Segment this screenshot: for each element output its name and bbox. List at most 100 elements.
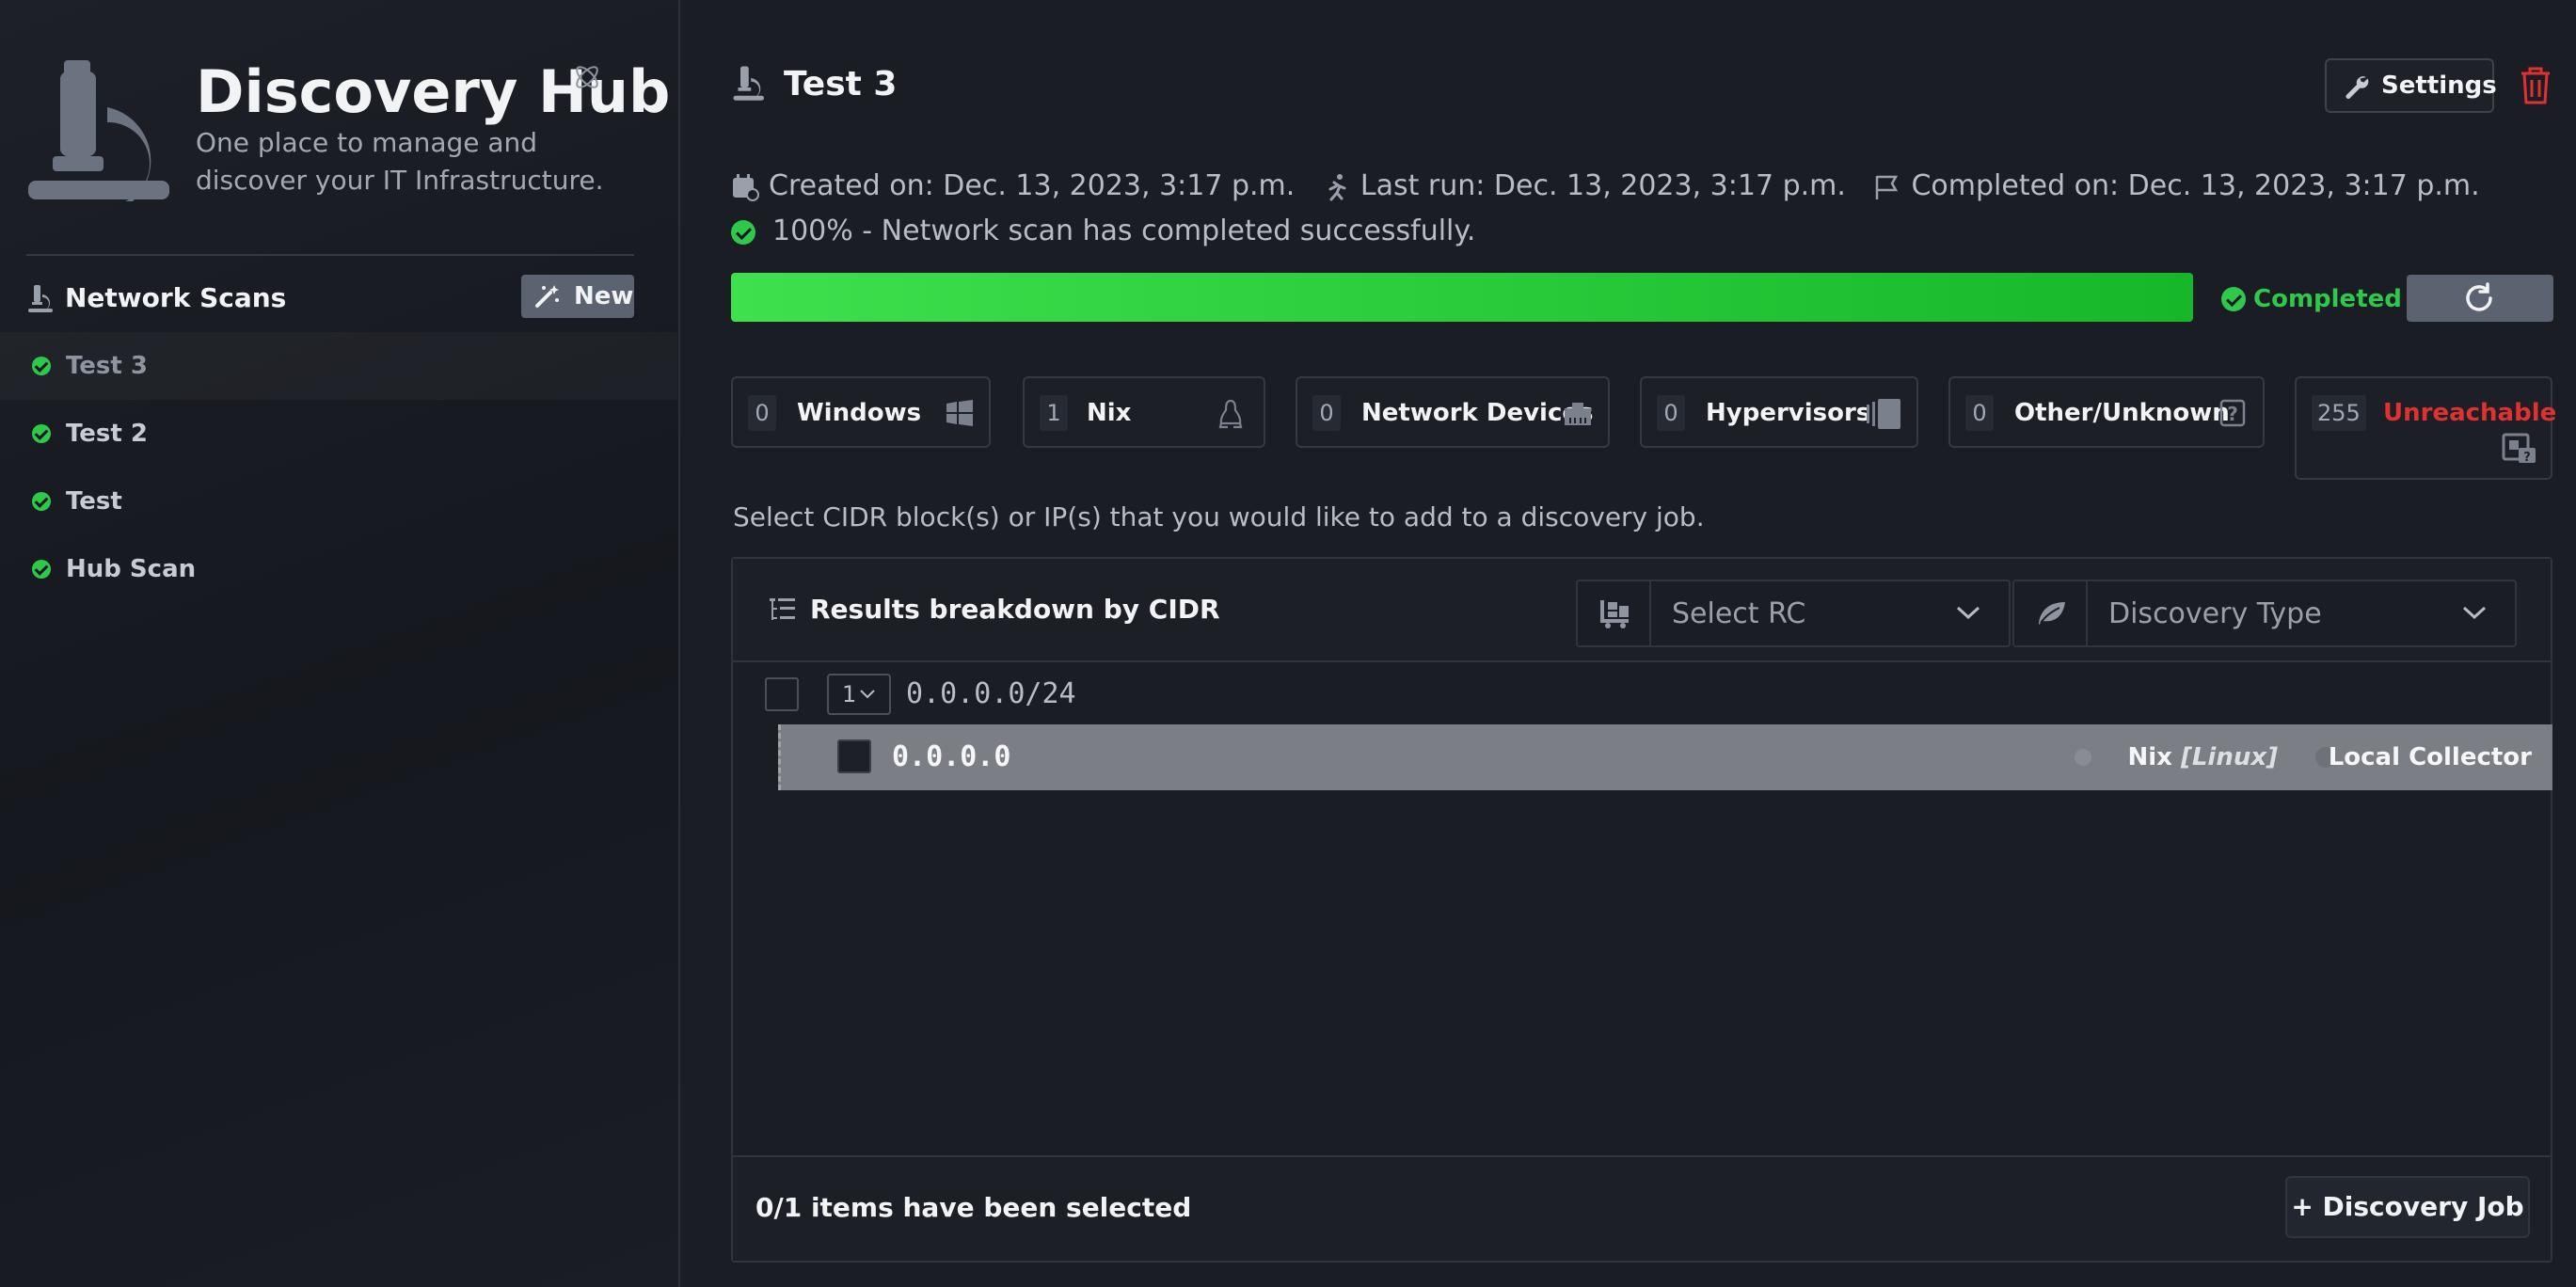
host-collector: Local Collector bbox=[2328, 743, 2532, 771]
last-run-text: Last run: Dec. 13, 2023, 3:17 p.m. bbox=[1360, 169, 1846, 202]
svg-text:?: ? bbox=[2227, 403, 2238, 425]
linux-icon bbox=[1218, 399, 1243, 429]
host-checkbox[interactable] bbox=[837, 739, 871, 773]
unreachable-count-card[interactable]: 255 Unreachable ? bbox=[2295, 376, 2556, 480]
created-on: Created on: Dec. 13, 2023, 3:17 p.m. bbox=[731, 167, 1295, 205]
selection-count: 0/1 items have been selected bbox=[755, 1192, 1192, 1223]
check-circle-icon bbox=[2221, 287, 2246, 311]
wrench-icon bbox=[2345, 76, 2369, 99]
completed-on: Completed on: Dec. 13, 2023, 3:17 p.m. bbox=[1873, 167, 2480, 205]
chevron-down-icon bbox=[2462, 606, 2487, 620]
scan-label: Hub Scan bbox=[66, 555, 197, 583]
sidebar-divider bbox=[26, 254, 634, 256]
nix-count-card[interactable]: 1 Nix bbox=[1023, 376, 1265, 448]
select-rc-icon-box bbox=[1578, 581, 1651, 645]
count-badge: 1 bbox=[1040, 395, 1068, 431]
scan-meta: Created on: Dec. 13, 2023, 3:17 p.m. Las… bbox=[731, 167, 2499, 205]
trash-icon[interactable] bbox=[2519, 66, 2552, 105]
check-circle-icon bbox=[32, 560, 51, 579]
completed-badge: Completed bbox=[2221, 284, 2402, 314]
hypervisors-count-card[interactable]: 0 Hypervisors bbox=[1640, 376, 1918, 448]
scan-item-test-3[interactable]: Test 3 bbox=[0, 332, 677, 400]
check-circle-icon bbox=[32, 424, 51, 443]
count-badge: 0 bbox=[1657, 395, 1685, 431]
atom-icon bbox=[576, 66, 598, 88]
cidr-row: 1 0.0.0.0/24 bbox=[733, 664, 2551, 723]
windows-count-card[interactable]: 0 Windows bbox=[731, 376, 991, 448]
count-label: Network Devices bbox=[1361, 399, 1594, 427]
results-panel-header: Results breakdown by CIDR Select RC Disc… bbox=[733, 559, 2551, 662]
refresh-button[interactable] bbox=[2407, 275, 2553, 322]
progress-fill bbox=[731, 273, 2193, 322]
count-label: Windows bbox=[797, 399, 922, 427]
network-scans-header: Network Scans New bbox=[26, 273, 634, 324]
host-os-detail: [Linux] bbox=[2180, 743, 2278, 771]
new-scan-label: New bbox=[574, 282, 634, 310]
cidr-checkbox[interactable] bbox=[765, 677, 799, 711]
status-message-text: 100% - Network scan has completed succes… bbox=[772, 214, 1476, 247]
count-label: Nix bbox=[1087, 399, 1132, 427]
microscope-icon bbox=[28, 285, 53, 312]
server-icon bbox=[1867, 399, 1900, 429]
chevron-down-icon bbox=[860, 690, 875, 699]
scan-item-test-2[interactable]: Test 2 bbox=[0, 400, 677, 468]
scan-label: Test 2 bbox=[66, 420, 148, 448]
magic-wand-icon bbox=[535, 285, 559, 308]
new-scan-button[interactable]: New bbox=[521, 275, 634, 318]
microscope-icon bbox=[733, 66, 764, 101]
leaf-icon bbox=[2039, 602, 2065, 625]
unreachable-icon: ? bbox=[2502, 433, 2536, 465]
check-circle-icon bbox=[32, 492, 51, 511]
network-scans-title: Network Scans bbox=[65, 282, 287, 313]
chevron-down-icon bbox=[1956, 606, 1980, 620]
refresh-icon bbox=[2466, 282, 2492, 311]
flag-checkered-icon bbox=[1876, 175, 1899, 199]
brand-subtitle: One place to manage and discover your IT… bbox=[196, 127, 604, 196]
check-circle-icon bbox=[32, 357, 51, 375]
select-rc-placeholder: Select RC bbox=[1672, 597, 1806, 630]
discovery-type-dropdown[interactable]: Discovery Type bbox=[2012, 580, 2517, 647]
last-run: Last run: Dec. 13, 2023, 3:17 p.m. bbox=[1323, 167, 1846, 205]
cidr-expand-toggle[interactable]: 1 bbox=[827, 674, 891, 715]
results-panel-footer: 0/1 items have been selected + Discovery… bbox=[733, 1155, 2551, 1261]
scan-item-hub-scan[interactable]: Hub Scan bbox=[0, 535, 677, 603]
count-badge: 0 bbox=[1312, 395, 1341, 431]
discovery-type-icon-box bbox=[2014, 581, 2088, 645]
network-devices-count-card[interactable]: 0 Network Devices bbox=[1296, 376, 1610, 448]
calendar-icon bbox=[733, 174, 759, 201]
list-tree-icon bbox=[770, 598, 795, 620]
host-os: Nix [Linux] bbox=[2127, 741, 2278, 773]
selection-hint: Select CIDR block(s) or IP(s) that you w… bbox=[733, 501, 1705, 532]
cidr-value: 0.0.0.0/24 bbox=[906, 677, 1076, 710]
microscope-icon bbox=[28, 60, 169, 201]
sidebar: Discovery Hub One place to manage and di… bbox=[0, 0, 680, 1287]
select-rc-dropdown[interactable]: Select RC bbox=[1576, 580, 2011, 647]
discovery-type-placeholder: Discovery Type bbox=[2108, 597, 2322, 630]
cidr-host-count: 1 bbox=[842, 681, 857, 707]
add-discovery-job-button[interactable]: + Discovery Job bbox=[2285, 1176, 2530, 1238]
results-panel: Results breakdown by CIDR Select RC Disc… bbox=[731, 557, 2552, 1263]
results-panel-title: Results breakdown by CIDR bbox=[810, 594, 1220, 625]
host-row[interactable]: 0.0.0.0 Nix [Linux] Local Collector bbox=[778, 724, 2552, 790]
scan-label: Test bbox=[66, 487, 122, 516]
scan-item-test[interactable]: Test bbox=[0, 468, 677, 535]
settings-label: Settings bbox=[2381, 72, 2497, 100]
ethernet-icon bbox=[1565, 403, 1591, 425]
host-ip: 0.0.0.0 bbox=[892, 740, 1011, 773]
host-os-name: Nix bbox=[2127, 743, 2172, 771]
progress-bar bbox=[731, 273, 2193, 322]
brand: Discovery Hub One place to manage and di… bbox=[28, 58, 670, 209]
completed-on-text: Completed on: Dec. 13, 2023, 3:17 p.m. bbox=[1911, 169, 2480, 202]
collector-icon bbox=[1600, 600, 1629, 628]
count-badge: 0 bbox=[1965, 395, 1994, 431]
scan-label: Test 3 bbox=[66, 352, 148, 380]
status-message: 100% - Network scan has completed succes… bbox=[731, 213, 1475, 250]
svg-text:?: ? bbox=[2523, 451, 2531, 465]
check-circle-icon bbox=[731, 220, 755, 245]
other-unknown-count-card[interactable]: 0 Other/Unknown ? bbox=[1948, 376, 2265, 448]
count-badge: 255 bbox=[2312, 395, 2366, 431]
question-icon: ? bbox=[2219, 399, 2246, 427]
count-badge: 0 bbox=[748, 395, 776, 431]
windows-icon bbox=[946, 400, 973, 426]
settings-button[interactable]: Settings bbox=[2325, 58, 2497, 113]
